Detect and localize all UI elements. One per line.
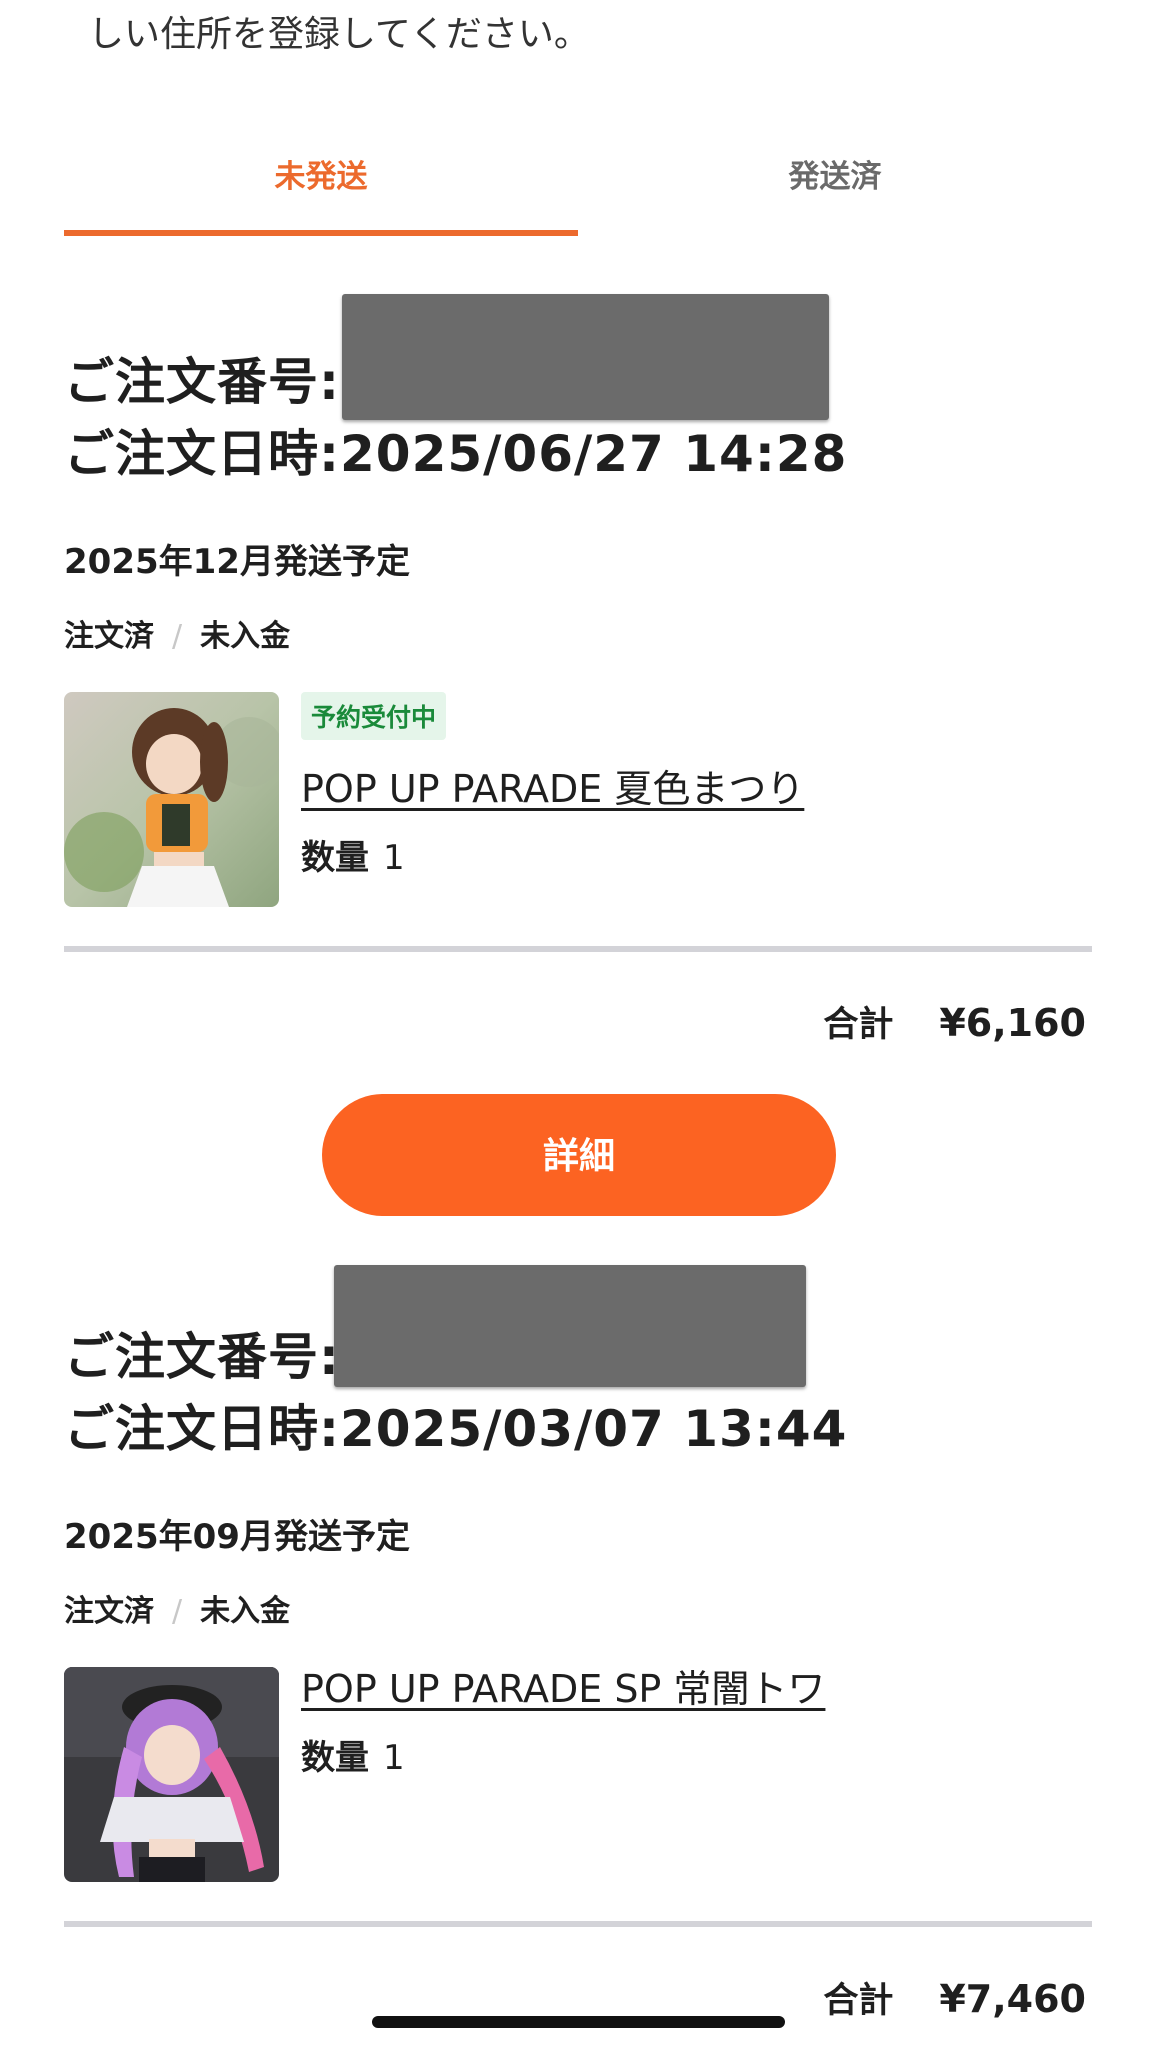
order-card: ご注文番号: ご注文日時:2025/03/07 13:44 2025年09月発送… — [64, 1265, 1092, 2048]
order-number-label: ご注文番号: — [64, 1328, 340, 1386]
order-date-value: 2025/03/07 13:44 — [340, 1400, 848, 1458]
product-image[interactable] — [64, 1667, 279, 1882]
product-name-link[interactable]: POP UP PARADE SP 常闇トワ — [301, 1665, 825, 1713]
divider — [64, 946, 1092, 952]
product-name-link[interactable]: POP UP PARADE 夏色まつり — [301, 765, 804, 813]
status-separator: / — [172, 619, 183, 654]
quantity-value: 1 — [383, 838, 405, 878]
active-tab-indicator — [64, 230, 578, 236]
total-value: ¥6,160 — [939, 1001, 1086, 1045]
total-value: ¥7,460 — [939, 1977, 1086, 2021]
divider — [64, 1921, 1092, 1927]
status-payment: 未入金 — [200, 1594, 291, 1629]
status-ordered: 注文済 — [64, 1594, 154, 1629]
order-date: ご注文日時:2025/03/07 13:44 — [64, 1399, 847, 1459]
redacted-order-number — [342, 294, 829, 420]
ship-schedule: 2025年09月発送予定 — [64, 1517, 410, 1557]
quantity-label: 数量 — [301, 838, 369, 878]
order-total: 合計 ¥7,460 — [823, 1974, 1086, 2026]
status-ordered: 注文済 — [64, 619, 154, 654]
tab-shipped[interactable]: 発送済 — [578, 130, 1092, 230]
order-status: 注文済 / 未入金 — [64, 1592, 290, 1632]
order-date: ご注文日時:2025/06/27 14:28 — [64, 424, 847, 484]
total-label: 合計 — [823, 1005, 894, 1045]
notice-text: しい住所を登録してください。 — [88, 14, 590, 55]
quantity-label: 数量 — [301, 1738, 369, 1778]
order-date-label: ご注文日時: — [64, 425, 340, 483]
product-image[interactable] — [64, 692, 279, 907]
order-date-value: 2025/06/27 14:28 — [340, 425, 848, 483]
order-total: 合計 ¥6,160 — [823, 998, 1086, 1050]
order-tabs: 未発送 発送済 — [64, 130, 1092, 240]
quantity-value: 1 — [383, 1738, 405, 1778]
quantity: 数量 1 — [301, 1736, 405, 1780]
redacted-order-number — [334, 1265, 806, 1387]
address-notice: しい住所を登録してください。 — [88, 0, 590, 60]
preorder-badge: 予約受付中 — [301, 692, 447, 740]
order-status: 注文済 / 未入金 — [64, 617, 290, 657]
quantity: 数量 1 — [301, 836, 405, 880]
status-separator: / — [172, 1594, 183, 1629]
total-label: 合計 — [823, 1981, 894, 2021]
tab-unshipped[interactable]: 未発送 — [64, 130, 578, 230]
ship-schedule: 2025年12月発送予定 — [64, 542, 410, 582]
order-date-label: ご注文日時: — [64, 1400, 340, 1458]
detail-button[interactable]: 詳細 — [322, 1094, 836, 1216]
order-card: ご注文番号: ご注文日時:2025/06/27 14:28 2025年12月発送… — [64, 290, 1092, 1220]
status-payment: 未入金 — [200, 619, 291, 654]
home-indicator[interactable] — [372, 2016, 785, 2028]
order-number-label: ご注文番号: — [64, 353, 340, 411]
